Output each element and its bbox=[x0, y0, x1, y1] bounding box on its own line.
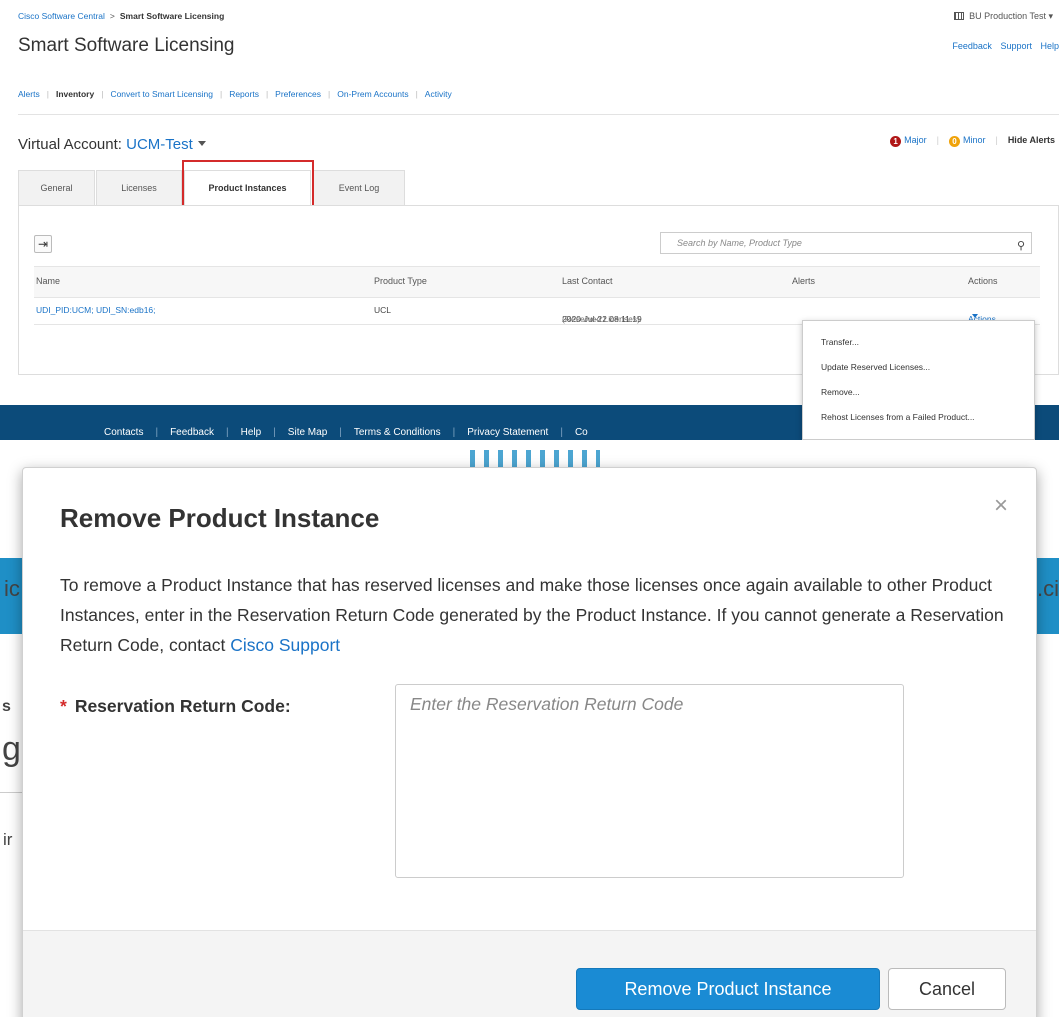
last-contact-note: (Reserved Licenses) bbox=[562, 314, 640, 324]
alerts-divider: | bbox=[995, 135, 998, 145]
tab-event-log[interactable]: Event Log bbox=[313, 170, 405, 205]
modal-footer: Remove Product Instance Cancel bbox=[23, 930, 1036, 1017]
minor-alerts[interactable]: 0 Minor bbox=[948, 135, 986, 147]
modal-description-text: To remove a Product Instance that has re… bbox=[60, 575, 1004, 655]
menu-item-rehost-licenses[interactable]: Rehost Licenses from a Failed Product... bbox=[821, 412, 975, 422]
nav-reports[interactable]: Reports bbox=[229, 89, 259, 99]
nav-on-prem-accounts[interactable]: On-Prem Accounts bbox=[337, 89, 408, 99]
footer-link-privacy[interactable]: Privacy Statement bbox=[467, 427, 548, 438]
virtual-account-value: UCM-Test bbox=[126, 136, 193, 153]
caret-down-icon bbox=[972, 314, 978, 318]
nav-activity[interactable]: Activity bbox=[425, 89, 452, 99]
header-links: Feedback Support Help bbox=[946, 41, 1059, 51]
table-header: Name Product Type Last Contact Alerts Ac… bbox=[34, 266, 1040, 298]
export-icon[interactable]: ⇥ bbox=[34, 235, 52, 253]
background-text-fragment: ir bbox=[3, 830, 13, 849]
required-marker: * bbox=[60, 696, 67, 716]
reservation-return-code-input[interactable] bbox=[395, 684, 904, 878]
remove-product-instance-modal: Remove Product Instance × To remove a Pr… bbox=[22, 467, 1037, 1017]
footer-link-help[interactable]: Help bbox=[241, 427, 262, 438]
tab-licenses[interactable]: Licenses bbox=[96, 170, 182, 205]
product-type-cell: UCL bbox=[374, 305, 392, 315]
column-header-product-type[interactable]: Product Type bbox=[374, 276, 427, 286]
virtual-account-label: Virtual Account: bbox=[18, 136, 122, 153]
cancel-button[interactable]: Cancel bbox=[888, 968, 1006, 1010]
nav-divider: | bbox=[219, 89, 223, 99]
nav-divider: | bbox=[46, 89, 49, 99]
footer-links: Contacts | Feedback | Help | Site Map | Terms & … bbox=[104, 427, 588, 438]
breadcrumb: Cisco Software Central > Smart Software Li… bbox=[18, 11, 224, 21]
footer-link-cookies[interactable]: Co bbox=[575, 427, 588, 438]
major-alerts[interactable]: 1 Major bbox=[890, 135, 927, 147]
nav-divider-line bbox=[18, 114, 1059, 115]
feedback-link[interactable]: Feedback bbox=[952, 41, 992, 51]
chevron-down-icon: ▾ bbox=[1045, 11, 1053, 21]
major-alert-count: 1 bbox=[890, 136, 902, 147]
caret-down-icon bbox=[197, 141, 206, 146]
column-header-alerts[interactable]: Alerts bbox=[792, 276, 815, 286]
search-icon[interactable]: ⚲ bbox=[1017, 236, 1025, 256]
main-nav: Alerts | Inventory | Convert to Smart Licens… bbox=[18, 89, 452, 99]
page-title: Smart Software Licensing bbox=[18, 35, 235, 56]
background-text-fragment: g bbox=[2, 730, 21, 768]
building-icon bbox=[954, 12, 965, 20]
nav-preferences[interactable]: Preferences bbox=[275, 89, 321, 99]
virtual-account-selector[interactable]: Virtual Account: UCM-Test bbox=[18, 136, 206, 153]
remove-product-instance-button[interactable]: Remove Product Instance bbox=[576, 968, 880, 1010]
breadcrumb-current: Smart Software Licensing bbox=[119, 11, 225, 21]
footer-link-site-map[interactable]: Site Map bbox=[288, 427, 327, 438]
nav-alerts[interactable]: Alerts bbox=[18, 89, 40, 99]
tab-general[interactable]: General bbox=[18, 170, 95, 205]
minor-alert-count: 0 bbox=[948, 136, 960, 147]
support-link[interactable]: Support bbox=[1000, 41, 1032, 51]
menu-item-update-reserved-licenses[interactable]: Update Reserved Licenses... bbox=[821, 362, 930, 372]
alerts-divider: | bbox=[936, 135, 939, 145]
footer-link-contacts[interactable]: Contacts bbox=[104, 427, 143, 438]
menu-item-transfer[interactable]: Transfer... bbox=[821, 337, 859, 347]
product-instance-name-link[interactable]: UDI_PID:UCM; UDI_SN:edb16; bbox=[36, 305, 156, 315]
remove-instance-dialog-view: ic .ci s g ir Remove Product Instance × … bbox=[0, 440, 1059, 1017]
help-link[interactable]: Help bbox=[1040, 41, 1059, 51]
background-divider bbox=[0, 792, 22, 793]
nav-divider: | bbox=[328, 89, 331, 99]
alerts-summary: 1 Major | 0 Minor | Hide Alerts bbox=[890, 135, 1055, 147]
column-header-last-contact[interactable]: Last Contact bbox=[562, 276, 613, 286]
reservation-return-code-label-text: Reservation Return Code: bbox=[74, 696, 291, 716]
breadcrumb-separator: > bbox=[109, 11, 115, 21]
column-header-name[interactable]: Name bbox=[36, 276, 60, 286]
minor-alert-label: Minor bbox=[962, 135, 986, 145]
cisco-logo-fragment bbox=[470, 450, 600, 468]
modal-description: To remove a Product Instance that has re… bbox=[60, 570, 1010, 660]
nav-divider: | bbox=[101, 89, 104, 99]
nav-inventory[interactable]: Inventory bbox=[56, 89, 94, 99]
search-placeholder: Search by Name, Product Type bbox=[677, 238, 802, 248]
footer-link-feedback[interactable]: Feedback bbox=[170, 427, 214, 438]
menu-item-remove[interactable]: Remove... bbox=[821, 387, 860, 397]
background-text-fragment: .ci bbox=[1037, 576, 1059, 601]
actions-menu: Transfer... Update Reserved Licenses... … bbox=[802, 320, 1035, 440]
account-selector-label: BU Production Test bbox=[969, 11, 1046, 21]
footer-link-terms[interactable]: Terms & Conditions bbox=[354, 427, 441, 438]
inventory-page: Cisco Software Central > Smart Software Li… bbox=[0, 0, 1059, 440]
major-alert-label: Major bbox=[904, 135, 927, 145]
column-header-actions: Actions bbox=[968, 276, 998, 286]
nav-divider: | bbox=[265, 89, 269, 99]
close-icon[interactable]: × bbox=[994, 492, 1008, 520]
modal-title: Remove Product Instance bbox=[60, 503, 380, 533]
hide-alerts-link[interactable]: Hide Alerts bbox=[1008, 135, 1055, 145]
reservation-return-code-label: * Reservation Return Code: bbox=[60, 696, 291, 717]
nav-divider: | bbox=[415, 89, 418, 99]
cisco-support-link[interactable]: Cisco Support bbox=[230, 635, 340, 655]
search-input[interactable]: Search by Name, Product Type ⚲ bbox=[660, 232, 1032, 254]
nav-convert-to-smart-licensing[interactable]: Convert to Smart Licensing bbox=[110, 89, 213, 99]
account-selector[interactable]: BU Production Test ▾ bbox=[954, 11, 1053, 22]
background-text-fragment: s bbox=[2, 698, 11, 715]
background-text-fragment: ic bbox=[4, 576, 20, 601]
breadcrumb-link-root[interactable]: Cisco Software Central bbox=[18, 11, 105, 21]
